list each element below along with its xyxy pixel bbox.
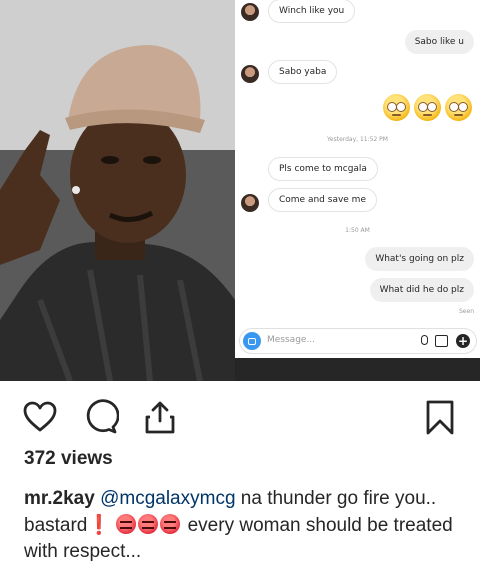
message-bubble-incoming: Come and save me [268, 188, 377, 212]
message-bubble-incoming: Sabo yaba [268, 60, 338, 84]
video-frame [0, 0, 235, 381]
eye-roll-emoji-icon [414, 94, 441, 121]
message-bubble-outgoing: What did he do plz [369, 278, 474, 302]
video-bottom-strip [235, 358, 480, 381]
gallery-icon [435, 335, 448, 347]
message-bubble-outgoing: Sabo like u [404, 30, 474, 54]
share-icon[interactable] [142, 399, 178, 435]
mic-icon [421, 335, 428, 345]
chat-screenshot: Winch like you Sabo like u Sabo yaba Yes… [235, 0, 480, 358]
view-count: 372 views [24, 448, 113, 469]
caption-mention[interactable]: @mcgalaxymcg [100, 488, 235, 509]
message-bubble-incoming: Winch like you [268, 0, 356, 23]
bookmark-icon[interactable] [422, 399, 458, 435]
comment-icon[interactable] [83, 399, 119, 435]
plus-icon: + [456, 334, 470, 348]
timestamp: Yesterday, 11:52 PM [327, 136, 388, 143]
angry-face-icon [138, 513, 159, 534]
message-placeholder: Message... [267, 335, 316, 345]
person-illustration [0, 0, 235, 381]
angry-face-icon [116, 513, 137, 534]
eye-roll-emoji-icon [445, 94, 472, 121]
contact-avatar [241, 65, 259, 83]
post-caption: mr.2kay @mcgalaxymcg na thunder go fire … [24, 486, 464, 566]
caption-username[interactable]: mr.2kay [24, 488, 95, 509]
message-bubble-outgoing: What's going on plz [365, 247, 474, 271]
eye-roll-emojis [383, 94, 472, 121]
seen-label: Seen [459, 308, 474, 315]
timestamp: 1:50 AM [345, 227, 370, 234]
message-bubble-incoming: Pls come to mcgala [268, 157, 378, 181]
contact-avatar [241, 3, 259, 21]
camera-icon [243, 332, 261, 350]
post-actions [0, 395, 480, 439]
message-composer: Message... + [239, 328, 477, 354]
angry-face-icon [160, 513, 181, 534]
exclamation-icon: ❗ [87, 514, 112, 536]
post-media[interactable]: Winch like you Sabo like u Sabo yaba Yes… [0, 0, 480, 381]
heart-icon[interactable] [22, 399, 58, 435]
contact-avatar [241, 194, 259, 212]
eye-roll-emoji-icon [383, 94, 410, 121]
